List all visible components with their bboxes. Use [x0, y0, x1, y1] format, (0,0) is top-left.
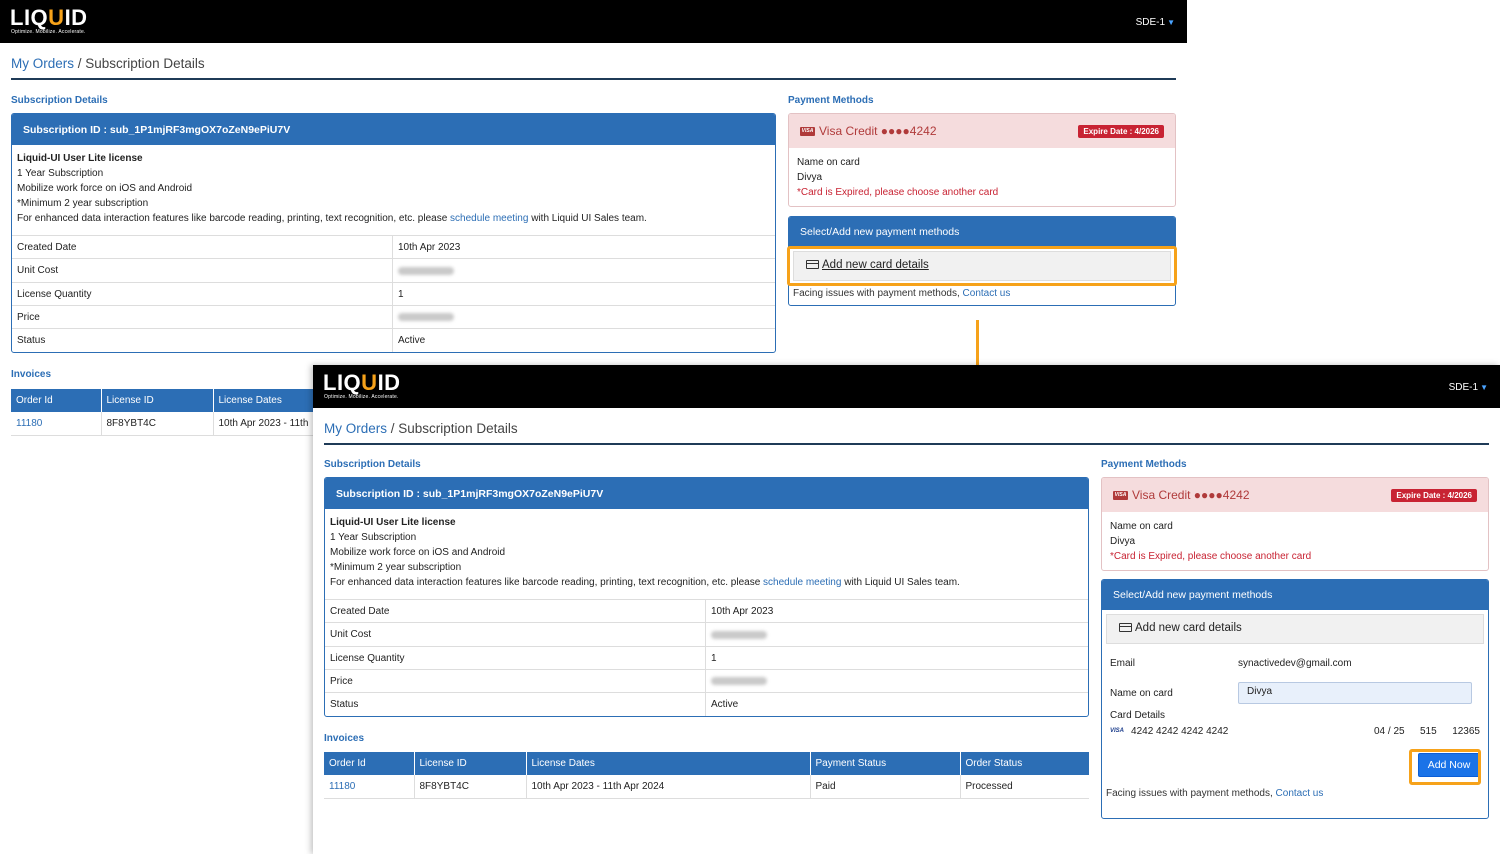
- breadcrumb-current: Subscription Details: [398, 421, 518, 436]
- detail-row: Price: [325, 669, 1088, 694]
- detail-row: Status Active: [325, 693, 1088, 716]
- column-header: Order Id: [324, 752, 415, 775]
- schedule-meeting-link[interactable]: schedule meeting: [450, 213, 528, 224]
- credit-card-icon: [806, 260, 819, 269]
- visa-card-icon: VISA: [1113, 491, 1128, 501]
- subscription-id-header: Subscription ID : sub_1P1mjRF3mgOX7oZeN9…: [12, 114, 775, 145]
- chevron-down-icon: ▼: [1167, 18, 1175, 27]
- column-header: Payment Status: [810, 752, 961, 775]
- card-label: Visa Credit ●●●●4242: [819, 124, 937, 138]
- detail-row: Unit Cost: [12, 259, 775, 283]
- chevron-down-icon: ▼: [1480, 383, 1488, 392]
- column-header: License Dates: [526, 752, 811, 775]
- visa-card-icon: VISA: [800, 127, 815, 137]
- card-number-field[interactable]: 4242 4242 4242 4242: [1131, 726, 1374, 737]
- breadcrumb-divider: [324, 443, 1489, 445]
- card-label: Visa Credit ●●●●4242: [1132, 488, 1250, 502]
- invoices-section-title: Invoices: [324, 733, 365, 744]
- credit-card-icon: [1119, 623, 1132, 632]
- detail-row: Created Date 10th Apr 2023: [12, 236, 775, 260]
- subscription-description: Liquid-UI User Lite license 1 Year Subsc…: [325, 509, 1088, 600]
- user-menu[interactable]: SDE-1 ▼: [1136, 17, 1175, 28]
- table-row: 11180 8F8YBT4C 10th Apr 2023 - 11th Apr …: [324, 775, 1089, 799]
- new-card-form: Email synactivedev@gmail.com Name on car…: [1102, 648, 1488, 777]
- breadcrumb: My Orders / Subscription Details: [324, 421, 518, 436]
- card-cvc-field[interactable]: 515: [1420, 726, 1450, 737]
- add-new-card-button[interactable]: Add new card details: [1106, 614, 1484, 644]
- contact-us-link[interactable]: Contact us: [1276, 788, 1324, 799]
- card-expiry-field[interactable]: 04 / 25: [1374, 726, 1420, 737]
- saved-card[interactable]: VISA Visa Credit ●●●●4242 Expire Date : 4…: [788, 113, 1176, 207]
- expire-badge: Expire Date : 4/2026: [1391, 489, 1477, 502]
- add-new-card-button[interactable]: Add new card details: [793, 251, 1171, 281]
- breadcrumb-my-orders[interactable]: My Orders: [11, 56, 74, 71]
- detail-row: Created Date 10th Apr 2023: [325, 600, 1088, 624]
- breadcrumb-divider: [11, 78, 1176, 80]
- card-expired-error: *Card is Expired, please choose another …: [797, 187, 999, 198]
- payment-section-title: Payment Methods: [788, 95, 874, 106]
- redacted-value: [398, 266, 454, 275]
- detail-row: Status Active: [12, 329, 775, 352]
- email-value: synactivedev@gmail.com: [1238, 657, 1352, 669]
- add-now-button[interactable]: Add Now: [1418, 753, 1480, 777]
- breadcrumb: My Orders / Subscription Details: [11, 56, 205, 71]
- column-header: License ID: [414, 752, 527, 775]
- payment-methods-panel: Select/Add new payment methods Add new c…: [1101, 579, 1489, 819]
- subscription-description: Liquid-UI User Lite license 1 Year Subsc…: [12, 145, 775, 236]
- order-id-link[interactable]: 11180: [329, 781, 355, 792]
- card-details-input[interactable]: VISA 4242 4242 4242 4242 04 / 25 515 123…: [1110, 723, 1480, 739]
- liquid-logo[interactable]: LIQUID: [10, 7, 88, 29]
- redacted-value: [711, 630, 767, 639]
- redacted-value: [711, 677, 767, 686]
- invoices-section-title: Invoices: [11, 369, 52, 380]
- saved-card[interactable]: VISA Visa Credit ●●●●4242 Expire Date : 4…: [1101, 477, 1489, 571]
- card-zip-field[interactable]: 12365: [1450, 726, 1480, 737]
- visa-card-icon: VISA: [1110, 728, 1125, 734]
- logo-tagline: Optimize. Mobilize. Accelerate.: [324, 394, 399, 400]
- subscription-section-title: Subscription Details: [11, 95, 108, 106]
- screenshot-after: LIQUID Optimize. Mobilize. Accelerate. S…: [313, 365, 1500, 854]
- user-menu[interactable]: SDE-1 ▼: [1449, 382, 1488, 393]
- column-header: Order Status: [960, 752, 1089, 775]
- detail-row: License Quantity 1: [325, 646, 1088, 670]
- payment-methods-header: Select/Add new payment methods: [1102, 580, 1488, 610]
- name-on-card-input[interactable]: Divya: [1238, 682, 1472, 704]
- redacted-value: [398, 313, 454, 322]
- breadcrumb-my-orders[interactable]: My Orders: [324, 421, 387, 436]
- top-navbar: LIQUID Optimize. Mobilize. Accelerate. S…: [0, 0, 1187, 43]
- expire-badge: Expire Date : 4/2026: [1078, 125, 1164, 138]
- top-navbar: LIQUID Optimize. Mobilize. Accelerate. S…: [313, 365, 1500, 408]
- column-header: License ID: [101, 389, 214, 412]
- card-expired-error: *Card is Expired, please choose another …: [1110, 551, 1312, 562]
- invoices-table: Order Id License ID License Dates Paymen…: [324, 752, 1089, 799]
- detail-row: Price: [12, 305, 775, 330]
- payment-methods-panel: Select/Add new payment methods Add new c…: [788, 216, 1176, 306]
- contact-us-link[interactable]: Contact us: [963, 288, 1011, 299]
- detail-row: Unit Cost: [325, 623, 1088, 647]
- payment-section-title: Payment Methods: [1101, 459, 1187, 470]
- column-header: Order Id: [11, 389, 102, 412]
- schedule-meeting-link[interactable]: schedule meeting: [763, 577, 841, 588]
- subscription-section-title: Subscription Details: [324, 459, 421, 470]
- order-id-link[interactable]: 11180: [16, 418, 42, 429]
- subscription-card: Subscription ID : sub_1P1mjRF3mgOX7oZeN9…: [11, 113, 776, 353]
- subscription-id-header: Subscription ID : sub_1P1mjRF3mgOX7oZeN9…: [325, 478, 1088, 509]
- subscription-card: Subscription ID : sub_1P1mjRF3mgOX7oZeN9…: [324, 477, 1089, 717]
- logo-tagline: Optimize. Mobilize. Accelerate.: [11, 29, 86, 35]
- payment-methods-header: Select/Add new payment methods: [789, 217, 1175, 247]
- detail-row: License Quantity 1: [12, 282, 775, 306]
- liquid-logo[interactable]: LIQUID: [323, 372, 401, 394]
- breadcrumb-current: Subscription Details: [85, 56, 205, 71]
